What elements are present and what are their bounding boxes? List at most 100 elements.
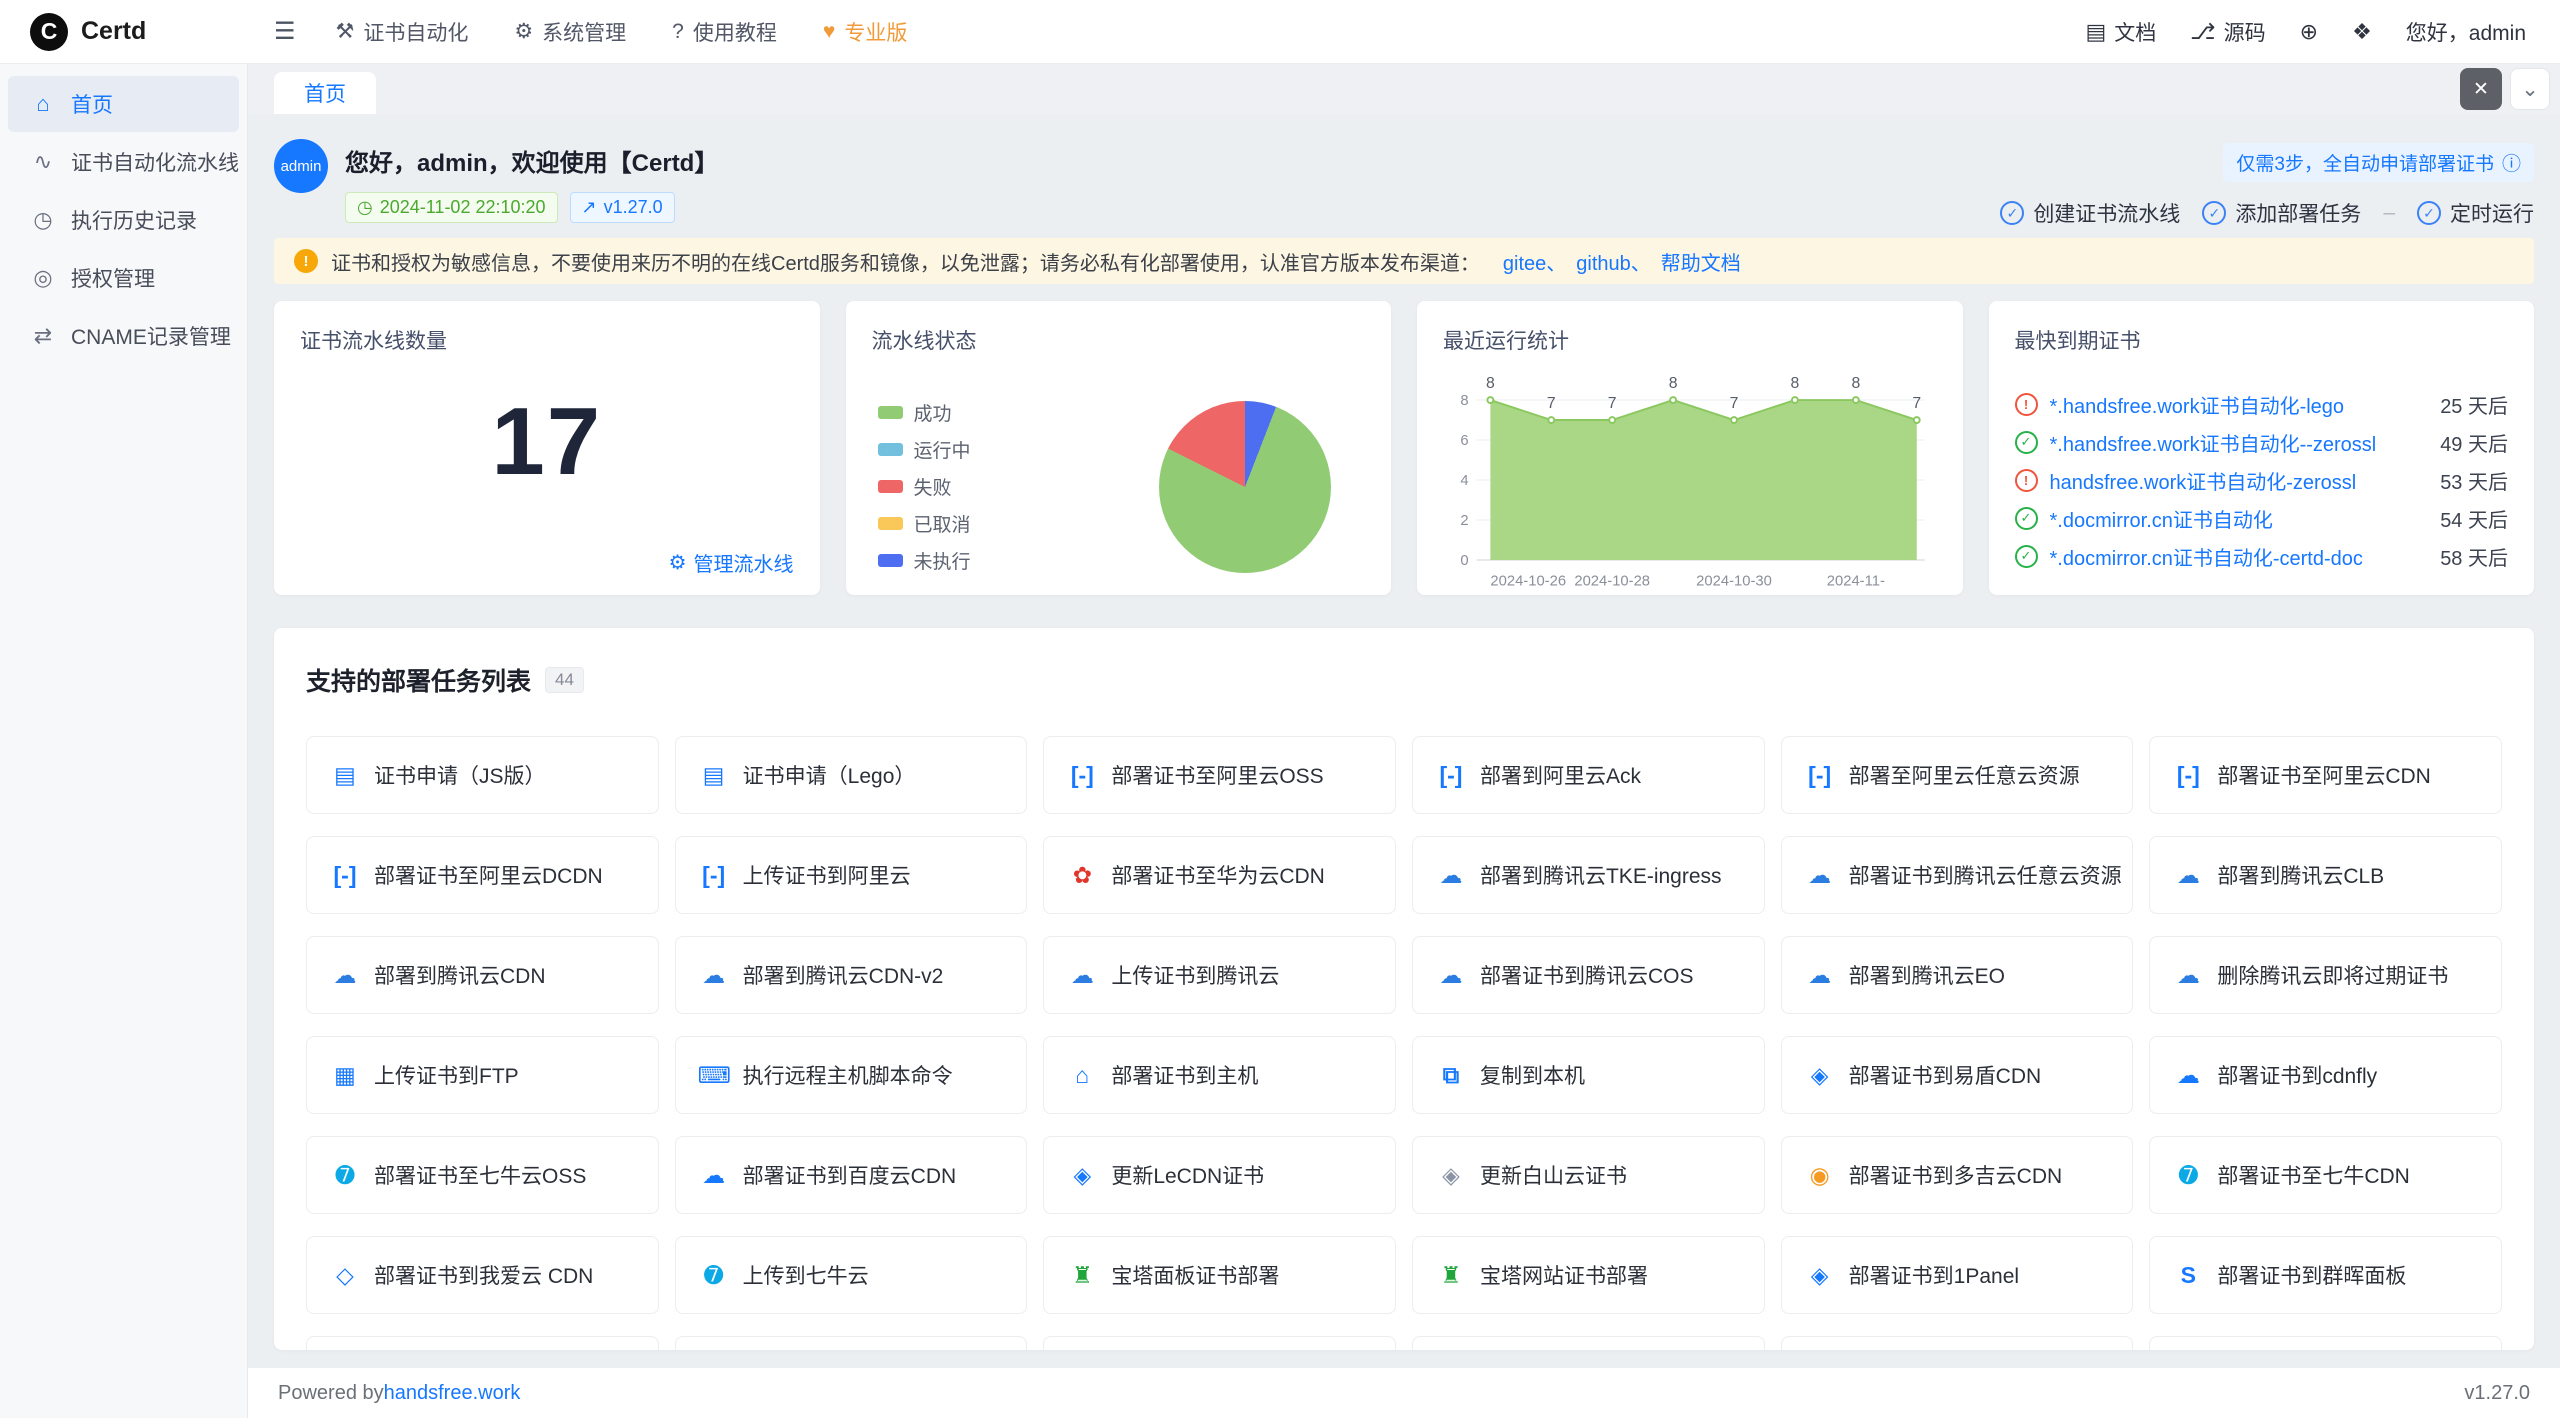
avatar[interactable]: admin	[274, 139, 328, 193]
deploy-task-label: 执行远程主机脚本命令	[743, 1060, 963, 1090]
deploy-task-card[interactable]: ☁部署证书到腾讯云任意云资源	[1781, 836, 2134, 914]
cert-name-link[interactable]: handsfree.work证书自动化-zerossl	[2050, 466, 2429, 495]
svg-text:6: 6	[1460, 433, 1468, 449]
deploy-task-label: 部署证书到cdnfly	[2217, 1060, 2387, 1090]
deploy-task-card[interactable]: [-]部署证书至阿里云CDN	[2149, 736, 2502, 814]
deploy-task-card[interactable]: [-]部署到阿里云Ack	[1412, 736, 1765, 814]
notice-link-2[interactable]: 帮助文档	[1661, 253, 1741, 275]
deploy-task-card-partial[interactable]	[1781, 1336, 2134, 1350]
deploy-task-card[interactable]: [-]部署至阿里云任意云资源	[1781, 736, 2134, 814]
deploy-task-card[interactable]: ♜宝塔网站证书部署	[1412, 1236, 1765, 1314]
deploy-task-card[interactable]: ◇部署证书到我爱云 CDN	[306, 1236, 659, 1314]
deploy-task-card[interactable]: S部署证书到群晖面板	[2149, 1236, 2502, 1314]
deploy-task-card[interactable]: ✿部署证书至华为云CDN	[1043, 836, 1396, 914]
notice-link-0[interactable]: gitee、	[1503, 253, 1566, 275]
onboarding-step-2[interactable]: ✓添加部署任务	[2202, 198, 2361, 228]
deploy-task-card-partial[interactable]	[1412, 1336, 1765, 1350]
sidebar-item-pipelines[interactable]: ∿证书自动化流水线	[8, 134, 239, 190]
datetime-chip: ◷ 2024-11-02 22:10:20	[345, 192, 558, 223]
nav-system-admin[interactable]: ⚙系统管理	[514, 17, 626, 47]
cname-icon: ⇄	[30, 323, 56, 349]
deploy-task-card-partial[interactable]	[675, 1336, 1028, 1350]
nav-cert-automation-label: 证书自动化	[363, 17, 468, 47]
deploy-tasks-section: 支持的部署任务列表 44 ▤证书申请（JS版）▤证书申请（Lego）[-]部署证…	[274, 628, 2534, 1350]
deploy-task-card[interactable]: ➐部署证书至七牛云OSS	[306, 1136, 659, 1214]
deploy-task-card[interactable]: ☁部署到腾讯云CDN-v2	[675, 936, 1028, 1014]
host-icon: ⌂	[1066, 1062, 1098, 1089]
cert-name-link[interactable]: *.docmirror.cn证书自动化-certd-doc	[2050, 542, 2429, 571]
deploy-task-card[interactable]: ⌨执行远程主机脚本命令	[675, 1036, 1028, 1114]
globe-icon: ⊕	[2300, 19, 2318, 45]
expiring-certs-title: 最快到期证书	[2015, 325, 2509, 355]
deploy-task-card[interactable]: ☁部署证书到腾讯云COS	[1412, 936, 1765, 1014]
sidebar-item-history[interactable]: ◷执行历史记录	[8, 192, 239, 248]
deploy-task-label: 部署到腾讯云EO	[1849, 960, 2015, 990]
deploy-task-card[interactable]: ☁上传证书到腾讯云	[1043, 936, 1396, 1014]
deploy-task-card[interactable]: ⧉复制到本机	[1412, 1036, 1765, 1114]
deploy-task-label: 部署证书至阿里云CDN	[2217, 760, 2441, 790]
notice-link-1[interactable]: github、	[1576, 253, 1651, 275]
deploy-task-card[interactable]: ◈部署证书到易盾CDN	[1781, 1036, 2134, 1114]
deploy-task-label: 部署证书至华为云CDN	[1111, 860, 1335, 890]
notice-warning-icon: !	[294, 249, 318, 273]
deploy-task-card[interactable]: ➐上传到七牛云	[675, 1236, 1028, 1314]
legend-swatch	[878, 406, 903, 419]
pipeline-count-value: 17	[274, 387, 820, 497]
deploy-task-card[interactable]: ♜宝塔面板证书部署	[1043, 1236, 1396, 1314]
handsfree-link[interactable]: handsfree.work	[384, 1382, 521, 1405]
sidebar-item-cname[interactable]: ⇄CNAME记录管理	[8, 308, 239, 364]
deploy-task-card[interactable]: ☁部署到腾讯云CLB	[2149, 836, 2502, 914]
cert-name-link[interactable]: *.handsfree.work证书自动化--zerossl	[2050, 428, 2429, 457]
gear-small-icon: ⚙	[669, 550, 687, 575]
deploy-task-card[interactable]: ◈部署证书到1Panel	[1781, 1236, 2134, 1314]
brand[interactable]: C Certd	[0, 13, 248, 51]
deploy-task-card[interactable]: ◈更新LeCDN证书	[1043, 1136, 1396, 1214]
language-button[interactable]: ⊕	[2300, 19, 2318, 45]
sidebar-item-auth[interactable]: ◎授权管理	[8, 250, 239, 306]
manage-pipelines-link[interactable]: ⚙ 管理流水线	[669, 548, 794, 577]
source-link[interactable]: ⎇源码	[2190, 17, 2265, 47]
onboarding-step-3[interactable]: ✓定时运行	[2417, 198, 2534, 228]
deploy-task-card[interactable]: ☁部署到腾讯云EO	[1781, 936, 2134, 1014]
deploy-task-card[interactable]: ☁部署证书到cdnfly	[2149, 1036, 2502, 1114]
deploy-task-card[interactable]: ☁部署证书到百度云CDN	[675, 1136, 1028, 1214]
deploy-task-card-partial[interactable]	[306, 1336, 659, 1350]
wrench-icon: ⚒	[336, 19, 355, 44]
cert-name-link[interactable]: *.docmirror.cn证书自动化	[2050, 504, 2429, 533]
deploy-task-card[interactable]: ◉部署证书到多吉云CDN	[1781, 1136, 2134, 1214]
deploy-task-card[interactable]: ▤证书申请（JS版）	[306, 736, 659, 814]
deploy-task-card[interactable]: ▤证书申请（Lego）	[675, 736, 1028, 814]
cert-name-link[interactable]: *.handsfree.work证书自动化-lego	[2050, 390, 2429, 419]
main-content: admin 您好，admin，欢迎使用【Certd】 ◷ 2024-11-02 …	[248, 114, 2560, 1368]
deploy-task-card[interactable]: ☁部署到腾讯云TKE-ingress	[1412, 836, 1765, 914]
promo-badge[interactable]: 仅需3步，全自动申请部署证书 ⓘ	[2223, 143, 2534, 182]
deploy-task-card[interactable]: ▦上传证书到FTP	[306, 1036, 659, 1114]
deploy-task-card-partial[interactable]	[1043, 1336, 1396, 1350]
deploy-task-card[interactable]: [-]部署证书至阿里云OSS	[1043, 736, 1396, 814]
deploy-task-card[interactable]: [-]上传证书到阿里云	[675, 836, 1028, 914]
deploy-task-card[interactable]: ☁删除腾讯云即将过期证书	[2149, 936, 2502, 1014]
nav-tutorial[interactable]: ?使用教程	[672, 17, 777, 47]
docs-link[interactable]: ▤文档	[2085, 17, 2156, 47]
tab-home[interactable]: 首页	[274, 72, 376, 114]
deploy-task-card[interactable]: [-]部署证书至阿里云DCDN	[306, 836, 659, 914]
deploy-task-card[interactable]: ☁部署到腾讯云CDN	[306, 936, 659, 1014]
deploy-task-card[interactable]: ◈更新白山云证书	[1412, 1136, 1765, 1214]
deploy-task-card[interactable]: ⌂部署证书到主机	[1043, 1036, 1396, 1114]
tab-menu-chevron-button[interactable]: ⌄	[2510, 68, 2550, 110]
onboarding-step-1[interactable]: ✓创建证书流水线	[2000, 198, 2180, 228]
version-chip[interactable]: ↗ v1.27.0	[570, 192, 675, 223]
user-greeting[interactable]: 您好，admin	[2406, 17, 2526, 47]
deploy-task-card-partial[interactable]	[2149, 1336, 2502, 1350]
sidebar-item-home[interactable]: ⌂首页	[8, 76, 239, 132]
close-tab-button[interactable]: ✕	[2460, 68, 2502, 110]
nav-pro-edition[interactable]: ♥专业版	[823, 17, 907, 47]
layout-button[interactable]: ❖	[2352, 19, 2372, 45]
nav-cert-automation[interactable]: ⚒ 证书自动化	[336, 17, 469, 47]
deploy-task-card[interactable]: ➐部署证书至七牛CDN	[2149, 1136, 2502, 1214]
notice-banner: ! 证书和授权为敏感信息，不要使用来历不明的在线Certd服务和镜像，以免泄露；…	[274, 238, 2534, 284]
menu-collapse-icon[interactable]: ☰	[274, 17, 296, 46]
cert-days-remaining: 53 天后	[2440, 466, 2508, 495]
legend-label: 未执行	[914, 547, 971, 574]
powered-by-text: Powered by	[278, 1382, 384, 1405]
